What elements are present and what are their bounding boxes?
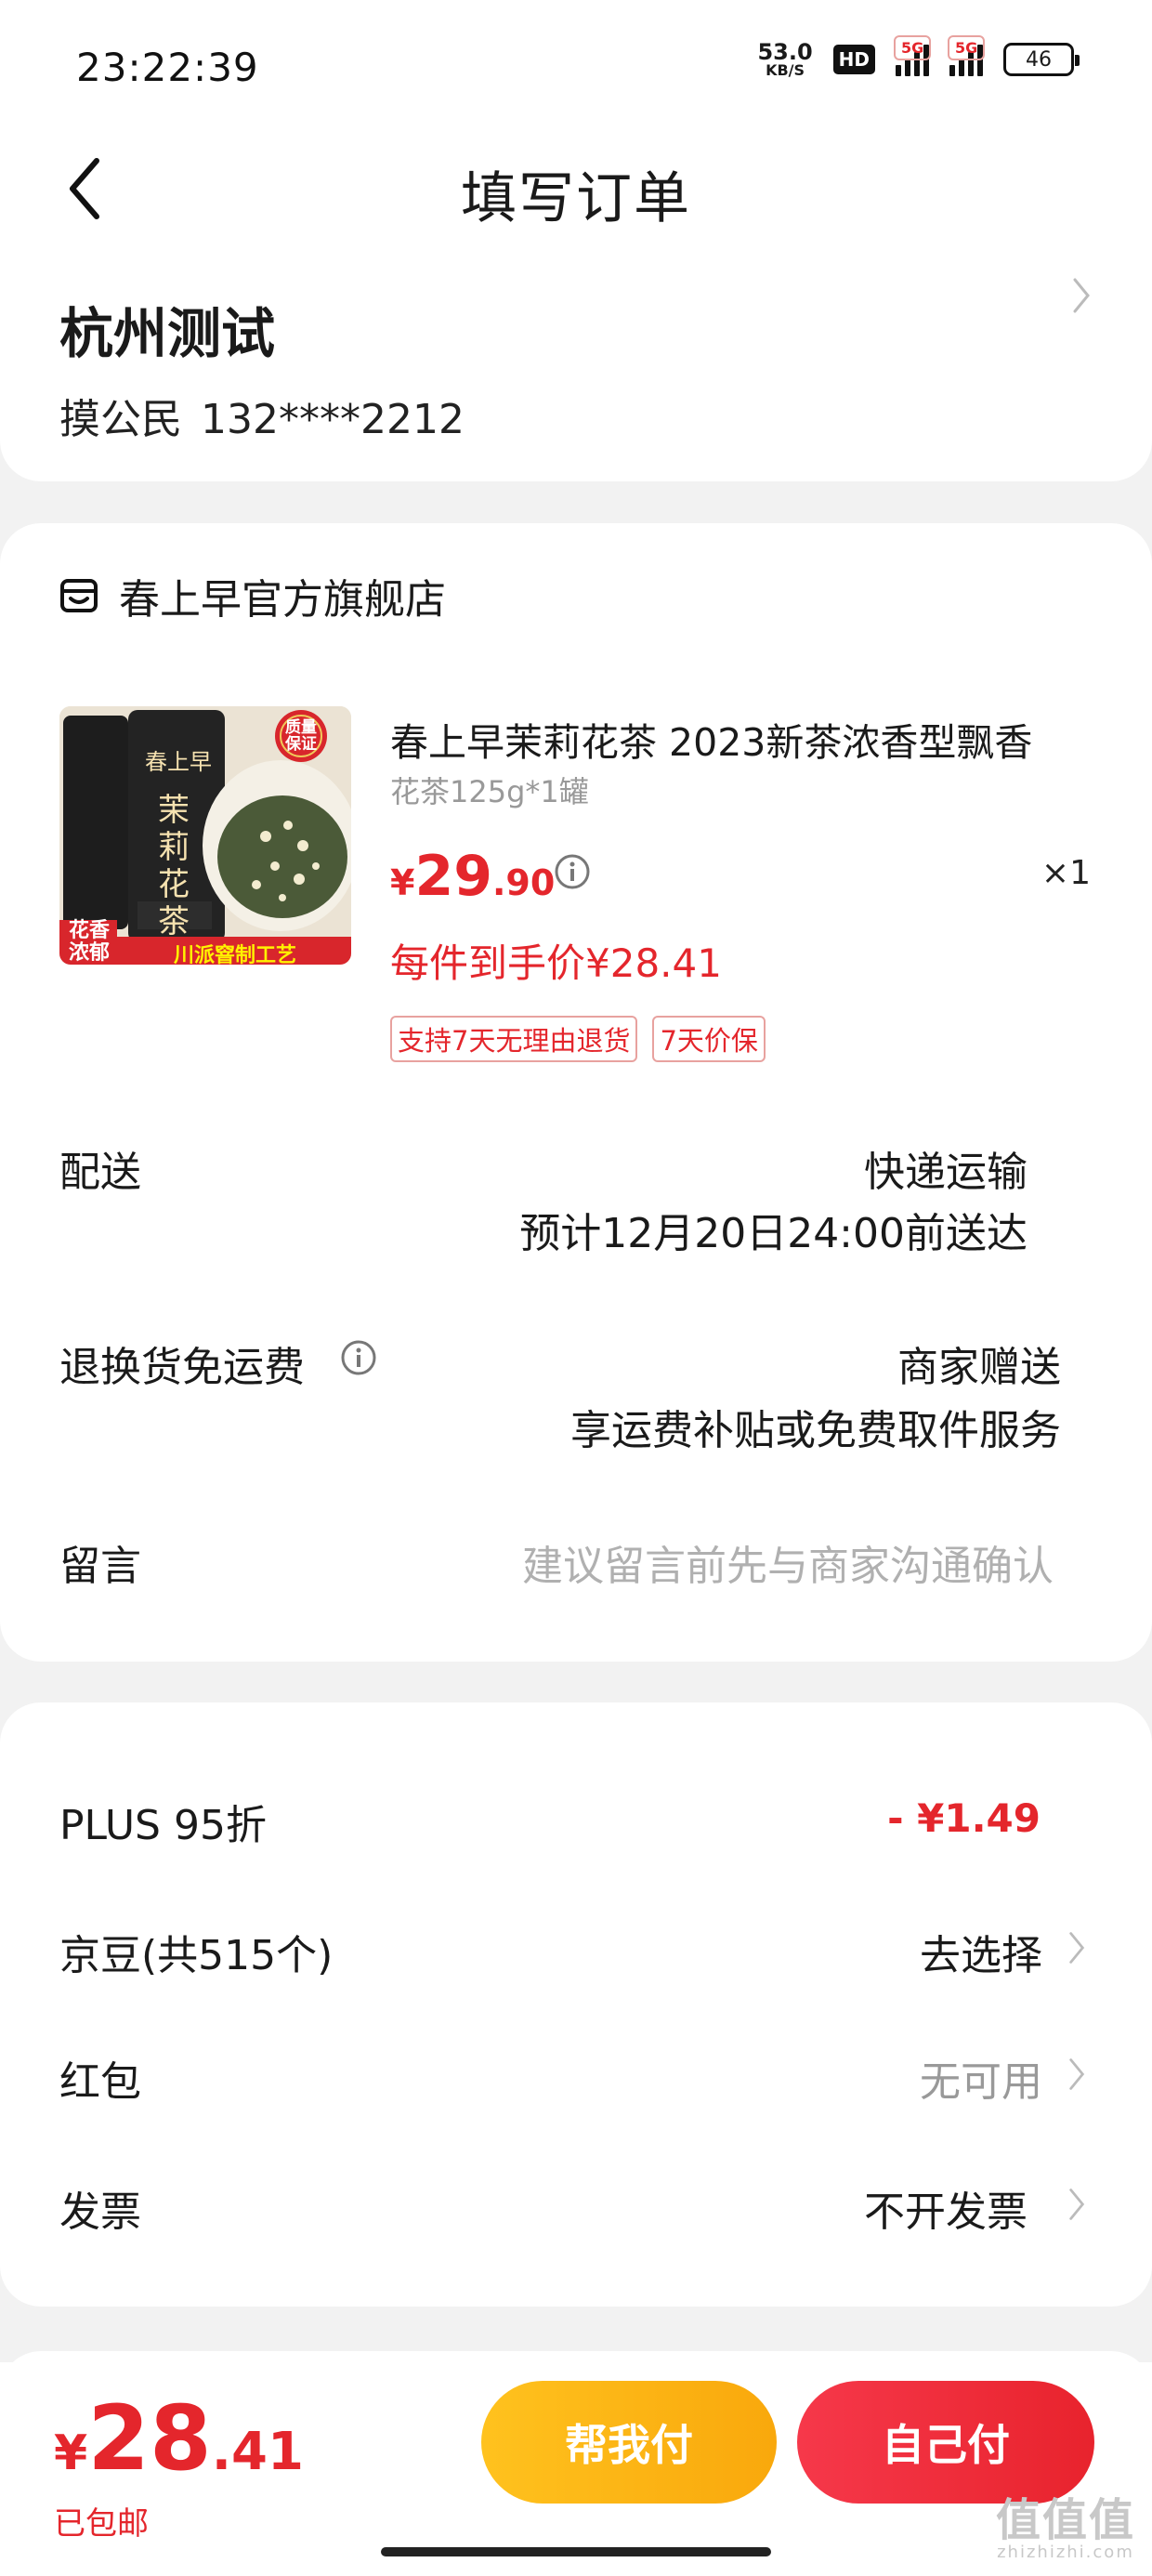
plus-discount-amount: - ¥1.49 [887,1795,1041,1841]
sim1-label: 5G [894,35,932,60]
total-int: 28 [87,2386,212,2491]
store-header[interactable]: 春上早官方旗舰店 [59,566,446,625]
signal-icon: 5G [894,35,932,76]
hd-icon: HD [832,45,875,74]
jingdou-label: 京豆(共515个) [59,1932,334,1979]
order-page: 23:22:39 53.0 KB/S HD 5G 5G 46 填写订单 杭州测试… [0,0,1152,2576]
network-speed-unit: KB/S [766,61,805,79]
price-symbol: ¥ [390,862,415,903]
return-shipping-label: 退换货免运费 [59,1344,305,1391]
product-quantity: ×1 [1041,854,1091,892]
quality-seal-text: 质量保证 [285,718,317,754]
invoice-label: 发票 [59,2188,141,2236]
recipient-name: 摸公民 [59,396,182,443]
return-shipping-detail: 享运费补贴或免费取件服务 [570,1407,1061,1454]
service-tag: 支持7天无理由退货 [390,1016,638,1062]
delivery-eta: 预计12月20日24:00前送达 [519,1210,1028,1257]
total-dec: .41 [211,2422,304,2482]
delivery-label: 配送 [59,1149,141,1196]
chevron-right-icon[interactable] [1067,2186,1087,2223]
message-input[interactable]: 建议留言前先与商家沟通确认 [522,1532,1054,1592]
info-icon[interactable] [554,853,591,890]
total-symbol: ¥ [54,2425,88,2481]
discount-card: PLUS 95折 - ¥1.49 京豆(共515个) 去选择 红包 无可用 发票… [0,1702,1152,2307]
return-shipping-value: 商家赠送 [897,1344,1061,1391]
product-name-text: 茉莉花茶 [158,792,190,940]
battery-icon: 46 [1003,43,1080,76]
chevron-right-icon[interactable] [1067,1929,1087,1966]
hongbao-label: 红包 [59,2058,141,2106]
recipient-phone: 132****2212 [201,396,465,443]
hongbao-value[interactable]: 无可用 [920,2048,1042,2108]
product-badge-left: 花香浓郁 [68,919,110,965]
chevron-right-icon[interactable] [1067,2056,1087,2093]
service-tags: 支持7天无理由退货 7天价保 [390,1016,766,1062]
store-icon [60,579,98,612]
delivery-method[interactable]: 快递运输 [864,1138,1028,1198]
net-price: 每件到手价¥28.41 [390,940,722,986]
order-card: 春上早官方旗舰店 春上早 茉莉花茶 质量保证 花香浓郁 川派窨制工艺 春上早茉莉… [0,523,1152,1662]
watermark: 值值值 zhizhizhi.com [996,2498,1135,2562]
status-time: 23:22:39 [76,45,259,90]
address-contact: 摸公民 132****2212 [59,386,465,445]
info-icon[interactable] [340,1339,377,1376]
help-pay-button[interactable]: 帮我付 [481,2381,777,2504]
status-indicators: 53.0 KB/S HD 5G 5G 46 [757,35,1080,78]
product-badge-bottom: 川派窨制工艺 [173,944,296,965]
address-card[interactable]: 杭州测试 摸公民 132****2212 [0,242,1152,481]
page-title: 填写订单 [461,166,691,231]
network-speed: 53.0 KB/S [757,41,812,78]
home-indicator[interactable] [381,2547,771,2556]
sim2-label: 5G [948,35,986,60]
message-label: 留言 [59,1543,141,1590]
total-price: ¥28.41 [54,2386,304,2491]
self-pay-button[interactable]: 自己付 [797,2381,1094,2504]
invoice-value[interactable]: 不开发票 [864,2178,1028,2238]
product-title[interactable]: 春上早茉莉花茶 2023新茶浓香型飘香 [390,711,1096,767]
product-image[interactable]: 春上早 茉莉花茶 质量保证 花香浓郁 川派窨制工艺 [59,706,351,965]
nav-bar: 填写订单 [0,135,1152,242]
watermark-sub: zhizhizhi.com [997,2543,1134,2562]
signal-icon-2: 5G [948,35,986,76]
store-name: 春上早官方旗舰店 [119,576,446,624]
battery-level: 46 [1026,47,1052,72]
price-dec: .90 [491,862,556,903]
product-price: ¥29.90 [390,844,555,909]
product-spec: 花茶125g*1罐 [390,774,589,809]
service-tag: 7天价保 [652,1016,766,1062]
address-title: 杭州测试 [59,302,276,365]
price-int: 29 [414,844,492,909]
plus-discount-label: PLUS 95折 [59,1802,267,1849]
chevron-right-icon[interactable] [1070,275,1093,316]
checkout-bar: ¥28.41 已包邮 帮我付 自己付 [0,2362,1152,2576]
jingdou-select[interactable]: 去选择 [920,1922,1042,1981]
network-speed-value: 53.0 [757,39,813,65]
status-bar: 23:22:39 53.0 KB/S HD 5G 5G 46 [0,0,1152,135]
product-brand-text: 春上早 [145,749,212,775]
shipping-note: 已包邮 [54,2505,149,2543]
watermark-main: 值值值 [995,2494,1135,2546]
